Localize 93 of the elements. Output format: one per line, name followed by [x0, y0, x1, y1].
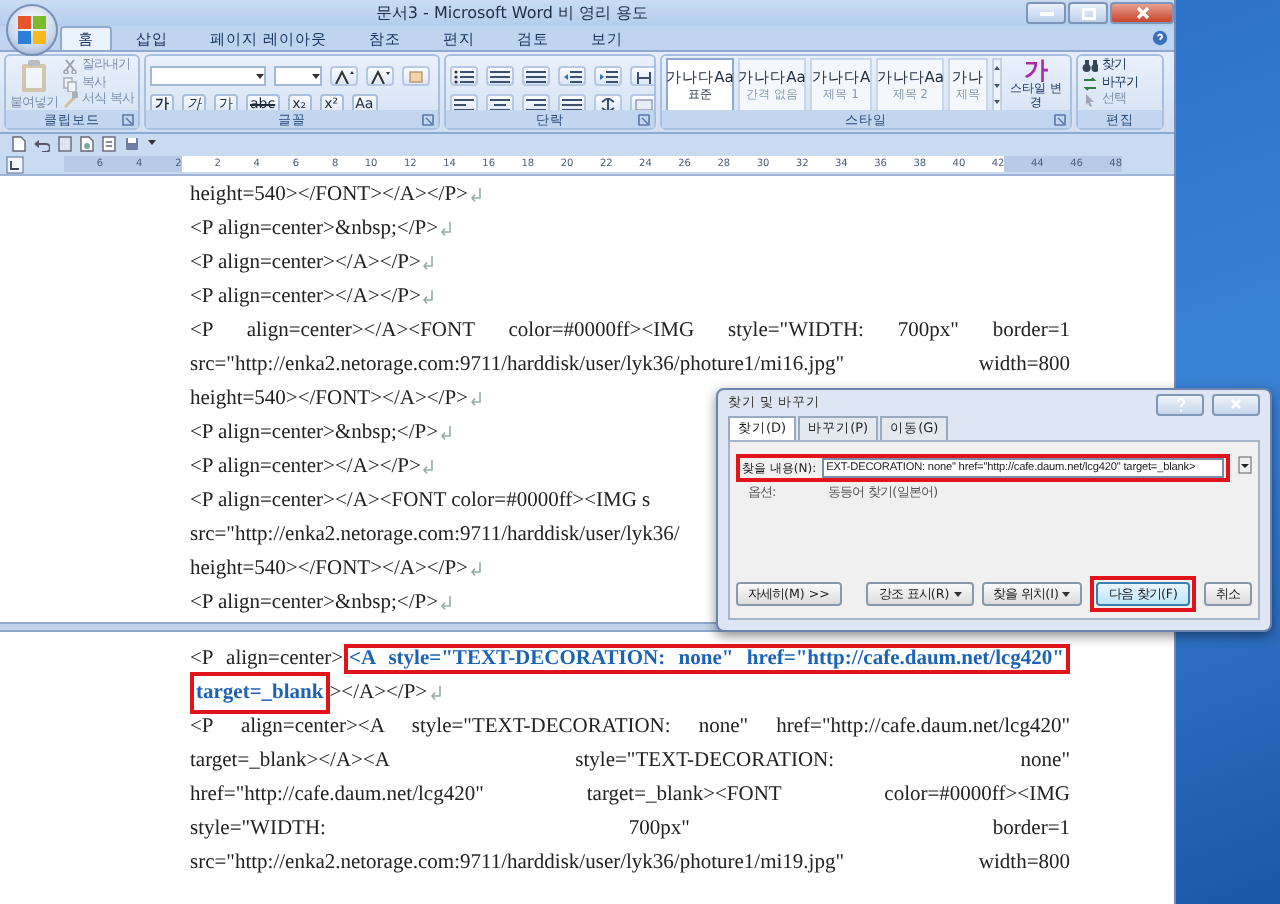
dialog-launcher-icon[interactable] [638, 114, 650, 126]
bullet-list-button[interactable] [450, 66, 478, 86]
paragraph-mark-icon [440, 426, 453, 440]
close-icon [1230, 398, 1242, 410]
shrink-font-button[interactable] [366, 66, 394, 86]
copy-icon [61, 75, 78, 91]
minimize-button[interactable] [1026, 2, 1066, 24]
paragraph-mark-icon [469, 188, 482, 202]
increase-indent-button[interactable] [594, 66, 622, 86]
increase-indent-icon [598, 69, 618, 83]
code-text: ></A></P> [329, 680, 428, 708]
font-size-field[interactable] [274, 66, 322, 86]
help-icon [1175, 397, 1185, 411]
code-text: height=540></FONT></A></P> [190, 386, 468, 414]
dialog-launcher-icon[interactable] [422, 114, 434, 126]
paragraph-mark-icon [469, 562, 482, 576]
paragraph-mark-icon [422, 460, 435, 474]
code-text: src="http://enka2.netorage.com:9711/harddisk/user/lyk36/photure1/mi19.jpg" width=800 [190, 852, 1070, 874]
paragraph-mark-icon [440, 222, 453, 236]
paintbrush-icon [61, 92, 78, 108]
justify-button[interactable] [558, 94, 586, 110]
code-text: <P align=center></A></P> [190, 284, 421, 312]
grow-font-button[interactable] [330, 66, 358, 86]
cursor-icon [1082, 92, 1098, 108]
dropdown-caret-icon [1062, 591, 1071, 597]
window-title: 문서3 - Microsoft Word 비 영리 용도 [373, 1, 651, 25]
code-text: <P align=center>&nbsp;</P> [190, 590, 439, 618]
tab-selector-icon[interactable] [6, 155, 24, 173]
code-text: <P align=center></A></P> [190, 454, 421, 482]
code-text: <P align=center>&nbsp;</P> [190, 420, 439, 448]
dropdown-caret-icon [953, 591, 962, 597]
dropdown-caret-icon [256, 73, 264, 79]
customize-caret-icon[interactable] [148, 140, 158, 148]
code-text: style="WIDTH: 700px" border=1 [190, 818, 1070, 840]
code-text: <P align=center>&nbsp;</P> [190, 216, 439, 244]
maximize-button[interactable] [1068, 2, 1108, 24]
gallery-scroll-icon[interactable] [992, 58, 1002, 110]
code-text: height=540></FONT></A></P> [190, 556, 468, 584]
found-text: target=_blank [190, 672, 330, 714]
grow-font-icon [334, 69, 354, 83]
code-text: target=_blank></A><A style="TEXT-DECORATION: none" [190, 750, 1070, 772]
align-center-button[interactable] [486, 94, 514, 110]
found-text: <A style="TEXT-DECORATION: none" href="http://cafe.daum.net/lcg420" [343, 644, 1070, 674]
undo-icon[interactable] [34, 137, 50, 151]
paragraph-mark-icon [422, 256, 435, 270]
dropdown-button-icon[interactable] [1238, 456, 1252, 474]
swap-arrows-icon [1082, 75, 1098, 91]
document-icon[interactable] [58, 136, 72, 152]
dialog-launcher-icon[interactable] [122, 114, 134, 126]
code-text: <P align=center></A></P> [190, 250, 421, 278]
paragraph-mark-icon [422, 290, 435, 304]
save-icon[interactable] [124, 136, 140, 152]
minimize-icon [1039, 10, 1053, 16]
code-text: <P align=center> [190, 648, 344, 670]
help-button[interactable] [1156, 393, 1204, 415]
preview-icon[interactable] [80, 136, 94, 152]
binoculars-icon [1082, 58, 1098, 74]
dropdown-caret-icon [312, 73, 320, 79]
page-icon[interactable] [102, 136, 116, 152]
decrease-indent-icon [562, 69, 582, 83]
code-text: <P align=center></A><FONT color=#0000ff><IMG s [190, 488, 651, 516]
align-left-button[interactable] [450, 94, 478, 110]
align-right-button[interactable] [522, 94, 550, 110]
align-right-icon [526, 97, 546, 110]
code-text: href="http://cafe.daum.net/lcg420" target=_blank><FONT color=#0000ff><IMG [190, 784, 1070, 806]
paragraph-mark-icon [440, 596, 453, 610]
shrink-font-icon [370, 69, 390, 83]
line-spacing-icon [598, 97, 618, 110]
bullet-list-icon [454, 69, 474, 83]
code-text: <P align=center></A><FONT color=#0000ff><IMG style="WIDTH: 700px" border=1 [190, 320, 1070, 342]
paragraph-mark-icon [469, 392, 482, 406]
line-spacing-button[interactable] [594, 94, 622, 110]
close-button[interactable] [1212, 393, 1260, 415]
scissors-icon [61, 58, 78, 74]
close-button[interactable] [1110, 2, 1174, 24]
maximize-icon [1081, 7, 1095, 19]
office-logo-icon [16, 14, 48, 46]
align-center-icon [490, 97, 510, 110]
style-glyph-icon: 가 [1024, 58, 1048, 84]
code-text: <P align=center><A style="TEXT-DECORATION: none" href="http://cafe.daum.net/lcg420" [190, 716, 1070, 738]
decrease-indent-button[interactable] [558, 66, 586, 86]
close-icon [1135, 6, 1149, 20]
font-name-field[interactable] [150, 66, 266, 86]
paragraph-mark-icon [429, 686, 442, 700]
clipboard-icon [17, 58, 50, 94]
help-icon[interactable] [1152, 30, 1168, 46]
code-text: height=540></FONT></A></P> [190, 182, 468, 210]
new-document-icon[interactable] [12, 136, 26, 152]
code-text: src="http://enka2.netorage.com:9711/harddisk/user/lyk36/ [190, 522, 680, 550]
justify-icon [562, 97, 582, 110]
dialog-launcher-icon[interactable] [1054, 114, 1066, 126]
code-text: src="http://enka2.netorage.com:9711/harddisk/user/lyk36/photure1/mi16.jpg" width=800 [190, 354, 1070, 376]
align-left-icon [454, 97, 474, 110]
